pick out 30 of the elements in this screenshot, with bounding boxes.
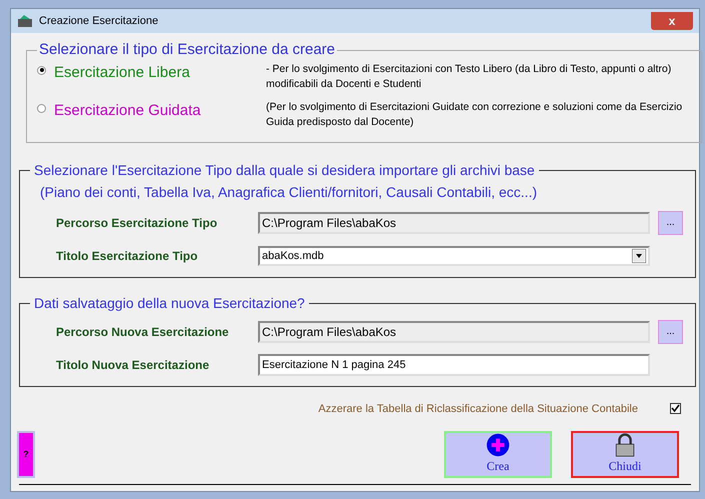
create-button[interactable]: Crea	[444, 431, 552, 478]
app-icon	[17, 14, 33, 28]
reset-option-label: Azzerare la Tabella di Riclassificazione della Situazione Contabile	[318, 402, 638, 416]
close-dialog-button[interactable]: Chiudi	[571, 431, 679, 478]
title-dropdown[interactable]: abaKos.mdb	[258, 246, 650, 266]
browse-button[interactable]: ...	[658, 211, 683, 235]
group-title: Selezionare il tipo di Esercitazione da creare	[38, 40, 336, 60]
window-title: Creazione Esercitazione	[39, 14, 160, 29]
group-title: Dati salvataggio della nuova Esercitazione?	[34, 294, 305, 310]
reset-checkbox[interactable]	[670, 403, 681, 414]
field-label: Percorso Esercitazione Tipo	[55, 215, 218, 232]
title-field[interactable]: Esercitazione N 1 pagina 245	[258, 354, 650, 376]
browse-button[interactable]: ...	[658, 320, 683, 344]
option-label[interactable]: Esercitazione Libera	[54, 62, 266, 84]
option-description: (Per lo svolgimento di Esercitazioni Guidate con correzione e soluzioni come da Esercizio Guida predisposto dal Docente)	[266, 100, 684, 130]
radio-button[interactable]	[37, 104, 46, 112]
group-subtitle: (Piano dei conti, Tabella Iva, Anagrafica Clienti/fornitori, Causali Contabili, ecc...)	[39, 182, 538, 202]
help-button[interactable]: ?	[17, 431, 35, 478]
option-description: - Per lo svolgimento di Esercitazioni con Testo Libero (da Libro di Testo, appunti o altro) modificabili da Docenti e Studenti	[266, 62, 672, 92]
close-button[interactable]: x	[651, 12, 693, 30]
check-icon	[671, 404, 680, 414]
field-label: Titolo Nuova Esercitazione	[55, 357, 210, 374]
group-title: Selezionare l'Esercitazione Tipo dalla quale si desidera importare gli archivi base	[34, 162, 535, 178]
option-label[interactable]: Esercitazione Guidata	[54, 100, 266, 122]
dropdown-arrow-icon[interactable]	[632, 249, 646, 263]
radio-button[interactable]	[37, 66, 46, 74]
path-field[interactable]: C:\Program Files\abaKos	[258, 321, 650, 343]
field-label: Percorso Nuova Esercitazione	[55, 324, 230, 341]
field-label: Titolo Esercitazione Tipo	[55, 248, 199, 265]
path-field[interactable]: C:\Program Files\abaKos	[258, 212, 650, 234]
